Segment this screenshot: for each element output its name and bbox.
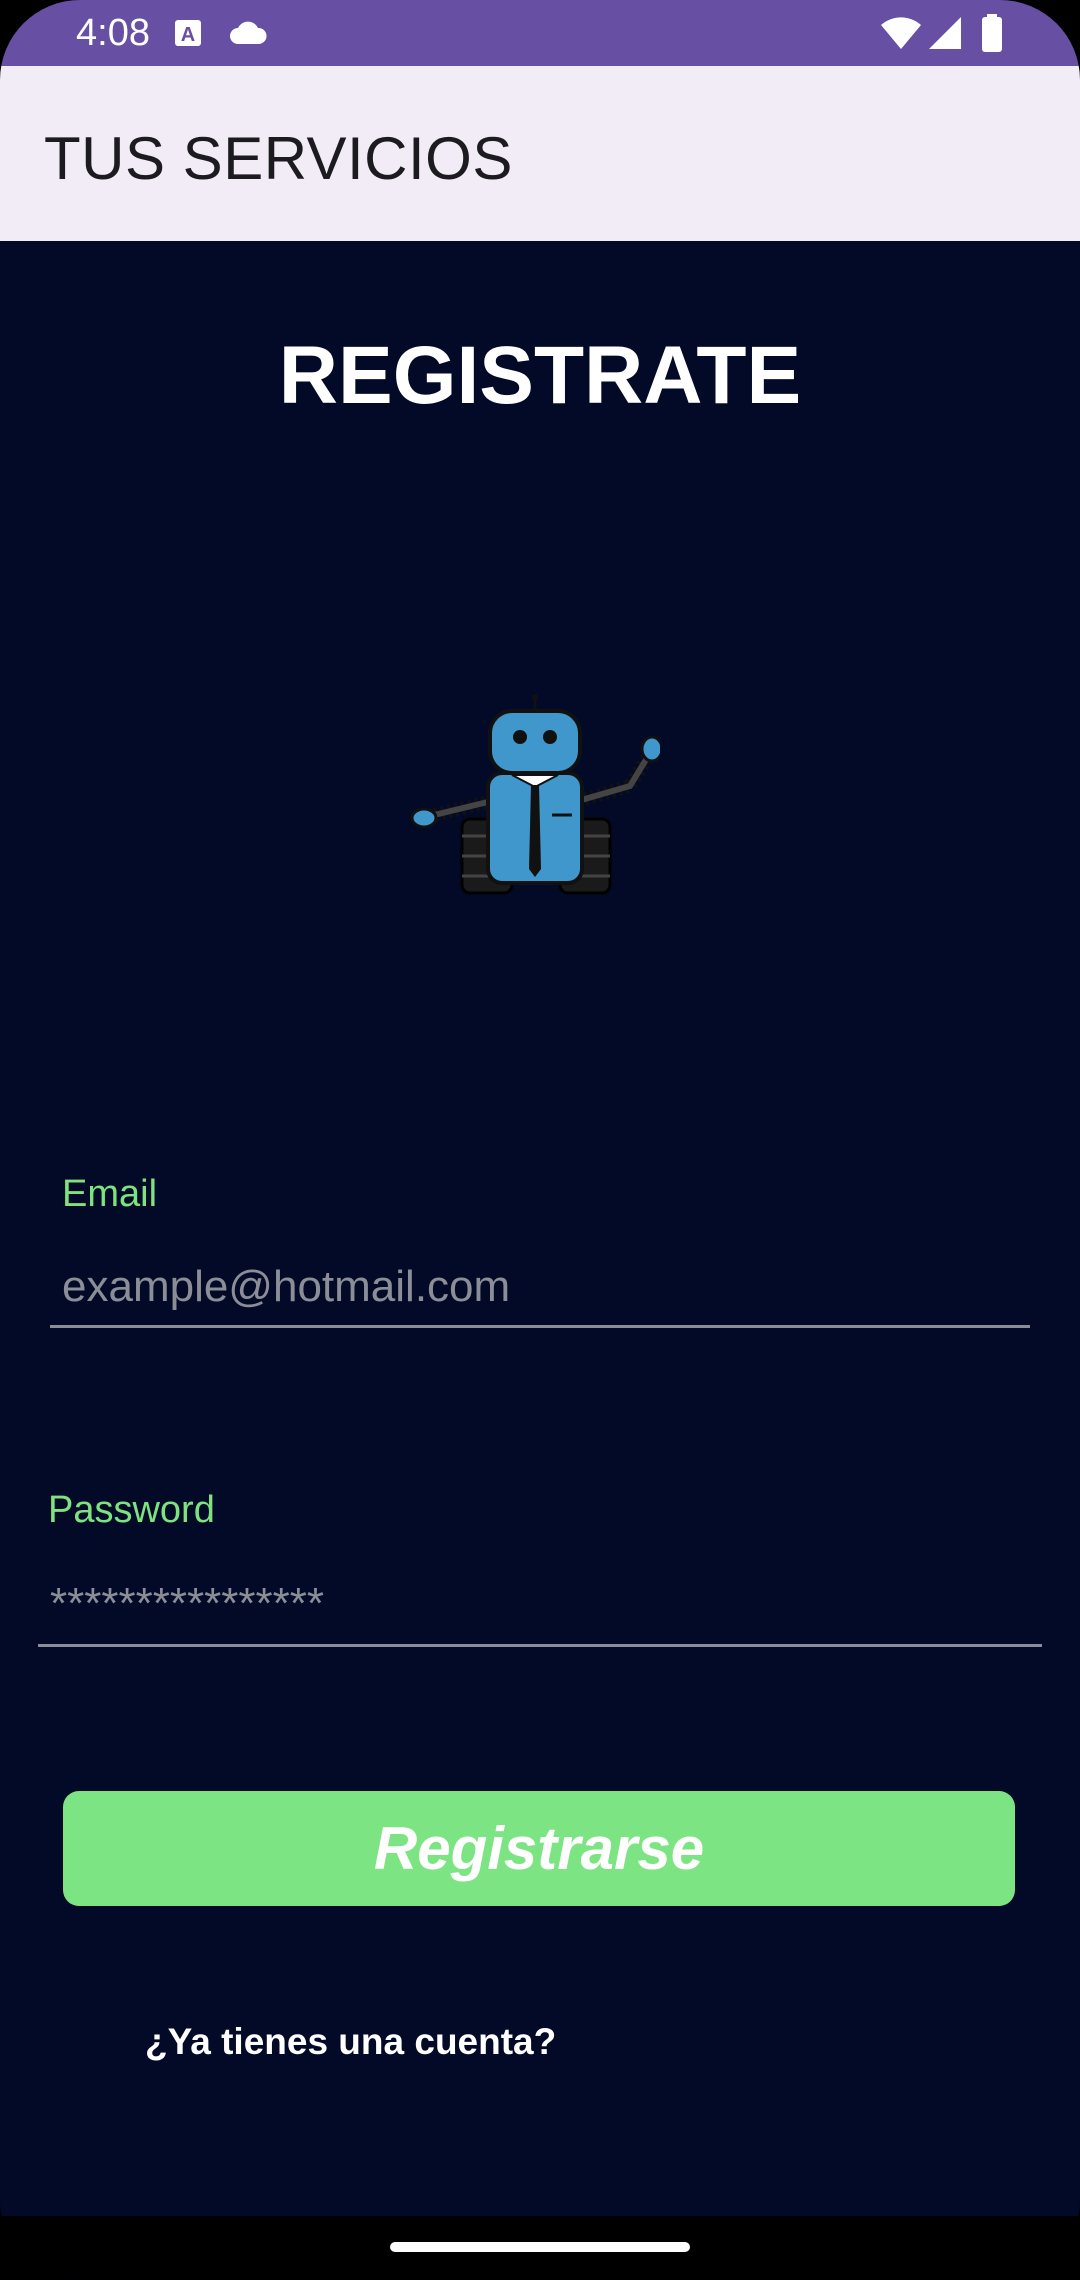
a-notification-icon: A [173,18,203,53]
page-title: REGISTRATE [278,330,802,421]
phone-screen: 4:08 A TUS SERVICIOS REGISTRATE Email ex… [0,0,1080,2280]
email-field[interactable] [50,1258,1030,1328]
navigation-bar [0,2216,1080,2280]
app-title: TUS SERVICIOS [44,125,513,192]
svg-text:A: A [181,24,195,46]
password-label: Password [48,1489,215,1531]
cloud-icon [228,20,268,51]
register-screen: REGISTRATE Email example@hotmail.com Pas… [0,241,1080,2216]
email-label: Email [62,1173,158,1215]
status-time: 4:08 [76,12,150,54]
password-field[interactable] [38,1574,1042,1647]
home-handle[interactable] [390,2242,690,2252]
status-bar: 4:08 A [0,0,1080,66]
register-button[interactable]: Registrarse [63,1791,1015,1906]
app-bar: TUS SERVICIOS [0,66,1080,241]
signal-icon [928,16,962,55]
login-link[interactable]: ¿Ya tienes una cuenta? [145,2021,556,2063]
battery-icon [980,14,1004,57]
wifi-icon [880,16,922,55]
robot-mascot-icon [410,691,664,901]
